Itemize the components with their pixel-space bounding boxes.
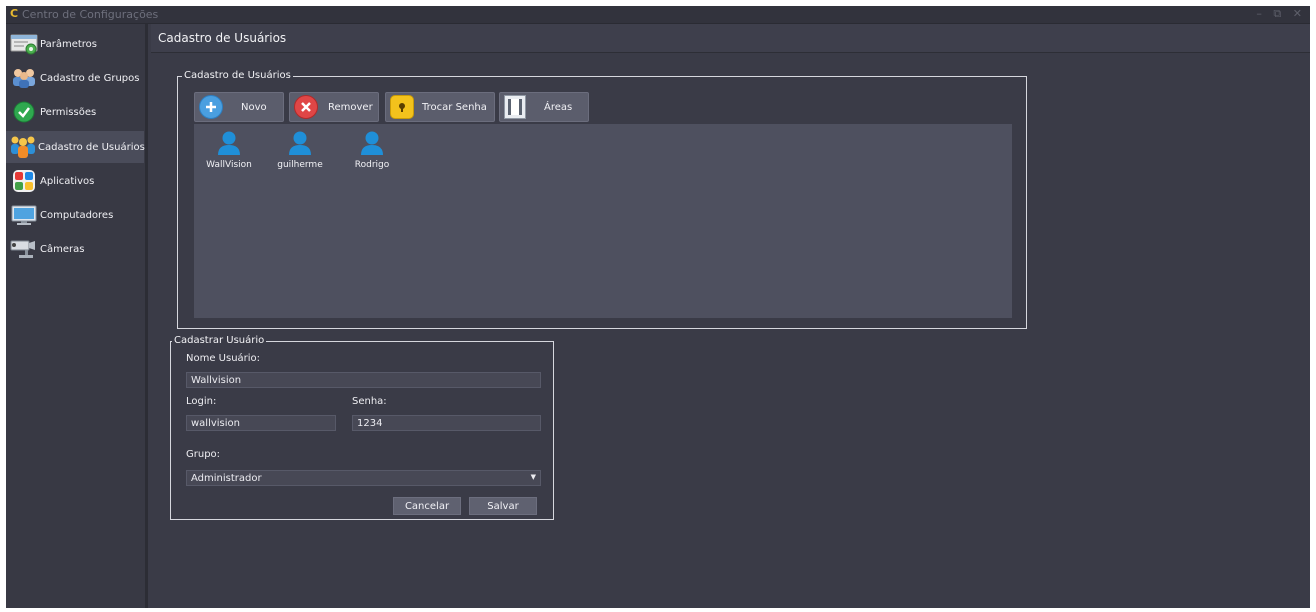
user-name: WallVision: [206, 160, 252, 170]
password-label: Senha:: [352, 396, 387, 407]
group-select-value: Administrador: [191, 473, 262, 484]
sidebar-item-permissoes[interactable]: Permissões: [6, 96, 144, 128]
areas-button-label: Áreas: [544, 101, 573, 113]
user-item-rodrigo[interactable]: Rodrigo: [344, 128, 400, 178]
user-form-legend: Cadastrar Usuário: [172, 335, 267, 346]
app-window: C Centro de Configurações – ⧉ ✕ Parâmetr…: [6, 6, 1310, 608]
new-user-button-label: Novo: [241, 101, 267, 113]
sidebar-item-label: Cadastro de Usuários: [38, 141, 145, 153]
name-label: Nome Usuário:: [186, 353, 261, 364]
window-title: Centro de Configurações: [22, 8, 159, 21]
sidebar-item-cameras[interactable]: Câmeras: [6, 233, 144, 265]
save-button[interactable]: Salvar: [469, 497, 537, 515]
user-name: Rodrigo: [354, 160, 390, 170]
page-title: Cadastro de Usuários: [158, 31, 287, 45]
user-icon: [289, 131, 311, 155]
group-select[interactable]: Administrador ▼: [186, 470, 541, 486]
sidebar-item-computadores[interactable]: Computadores: [6, 199, 144, 231]
users-panel: Cadastro de Usuários Novo Remover Trocar…: [177, 70, 1027, 329]
sidebar-item-aplicativos[interactable]: Aplicativos: [6, 165, 144, 197]
user-form-panel: Cadastrar Usuário Nome Usuário: Login: S…: [170, 335, 554, 520]
areas-button[interactable]: Áreas: [499, 92, 589, 122]
cancel-button[interactable]: Cancelar: [393, 497, 461, 515]
title-bar: C Centro de Configurações – ⧉ ✕: [6, 6, 1310, 24]
change-password-button[interactable]: Trocar Senha: [385, 92, 495, 122]
password-input[interactable]: [352, 415, 541, 431]
remove-user-button[interactable]: Remover: [289, 92, 379, 122]
sidebar-item-label: Parâmetros: [40, 38, 97, 50]
remove-icon: [294, 95, 318, 119]
users-icon: [9, 135, 37, 159]
key-lock-icon: [390, 95, 414, 119]
user-item-wallvision[interactable]: WallVision: [201, 128, 257, 178]
camera-icon: [9, 237, 39, 261]
monitor-icon: [9, 203, 39, 227]
user-icon: [218, 131, 240, 155]
sidebar-item-cadastro-usuarios[interactable]: Cadastro de Usuários: [6, 131, 145, 163]
group-label: Grupo:: [186, 449, 221, 460]
login-label: Login:: [186, 396, 217, 407]
sidebar-item-label: Computadores: [40, 209, 114, 221]
groups-icon: [9, 66, 39, 90]
sidebar-item-label: Câmeras: [40, 243, 85, 255]
sidebar-item-cadastro-grupos[interactable]: Cadastro de Grupos: [6, 62, 144, 94]
new-user-button[interactable]: Novo: [194, 92, 284, 122]
sidebar-item-label: Aplicativos: [40, 175, 95, 187]
main-content: Cadastro de Usuários Cadastro de Usuário…: [151, 24, 1310, 608]
restore-button[interactable]: ⧉: [1273, 7, 1285, 20]
sidebar-item-label: Cadastro de Grupos: [40, 72, 140, 84]
close-button[interactable]: ✕: [1293, 7, 1306, 20]
sidebar: Parâmetros Cadastro de Grupos Permissões…: [6, 24, 148, 608]
dropdown-arrow-icon: ▼: [530, 473, 536, 481]
user-icon: [361, 131, 383, 155]
remove-user-button-label: Remover: [328, 101, 373, 113]
add-icon: [199, 95, 223, 119]
users-panel-legend: Cadastro de Usuários: [182, 70, 293, 81]
app-logo: C: [10, 7, 19, 20]
page-header: Cadastro de Usuários: [151, 24, 1310, 53]
change-password-button-label: Trocar Senha: [422, 101, 487, 113]
areas-window-icon: [504, 95, 526, 119]
login-input[interactable]: [186, 415, 336, 431]
user-item-guilherme[interactable]: guilherme: [272, 128, 328, 178]
apps-icon: [9, 169, 39, 193]
minimize-button[interactable]: –: [1256, 7, 1266, 20]
window-controls: – ⧉ ✕: [1256, 7, 1306, 21]
user-name-input[interactable]: [186, 372, 541, 388]
users-list: WallVision guilherme Rodrigo: [194, 124, 1012, 318]
sidebar-item-parametros[interactable]: Parâmetros: [6, 28, 144, 60]
parameters-icon: [9, 32, 39, 56]
sidebar-item-label: Permissões: [40, 106, 97, 118]
permissions-check-icon: [9, 100, 39, 124]
user-name: guilherme: [277, 160, 323, 170]
